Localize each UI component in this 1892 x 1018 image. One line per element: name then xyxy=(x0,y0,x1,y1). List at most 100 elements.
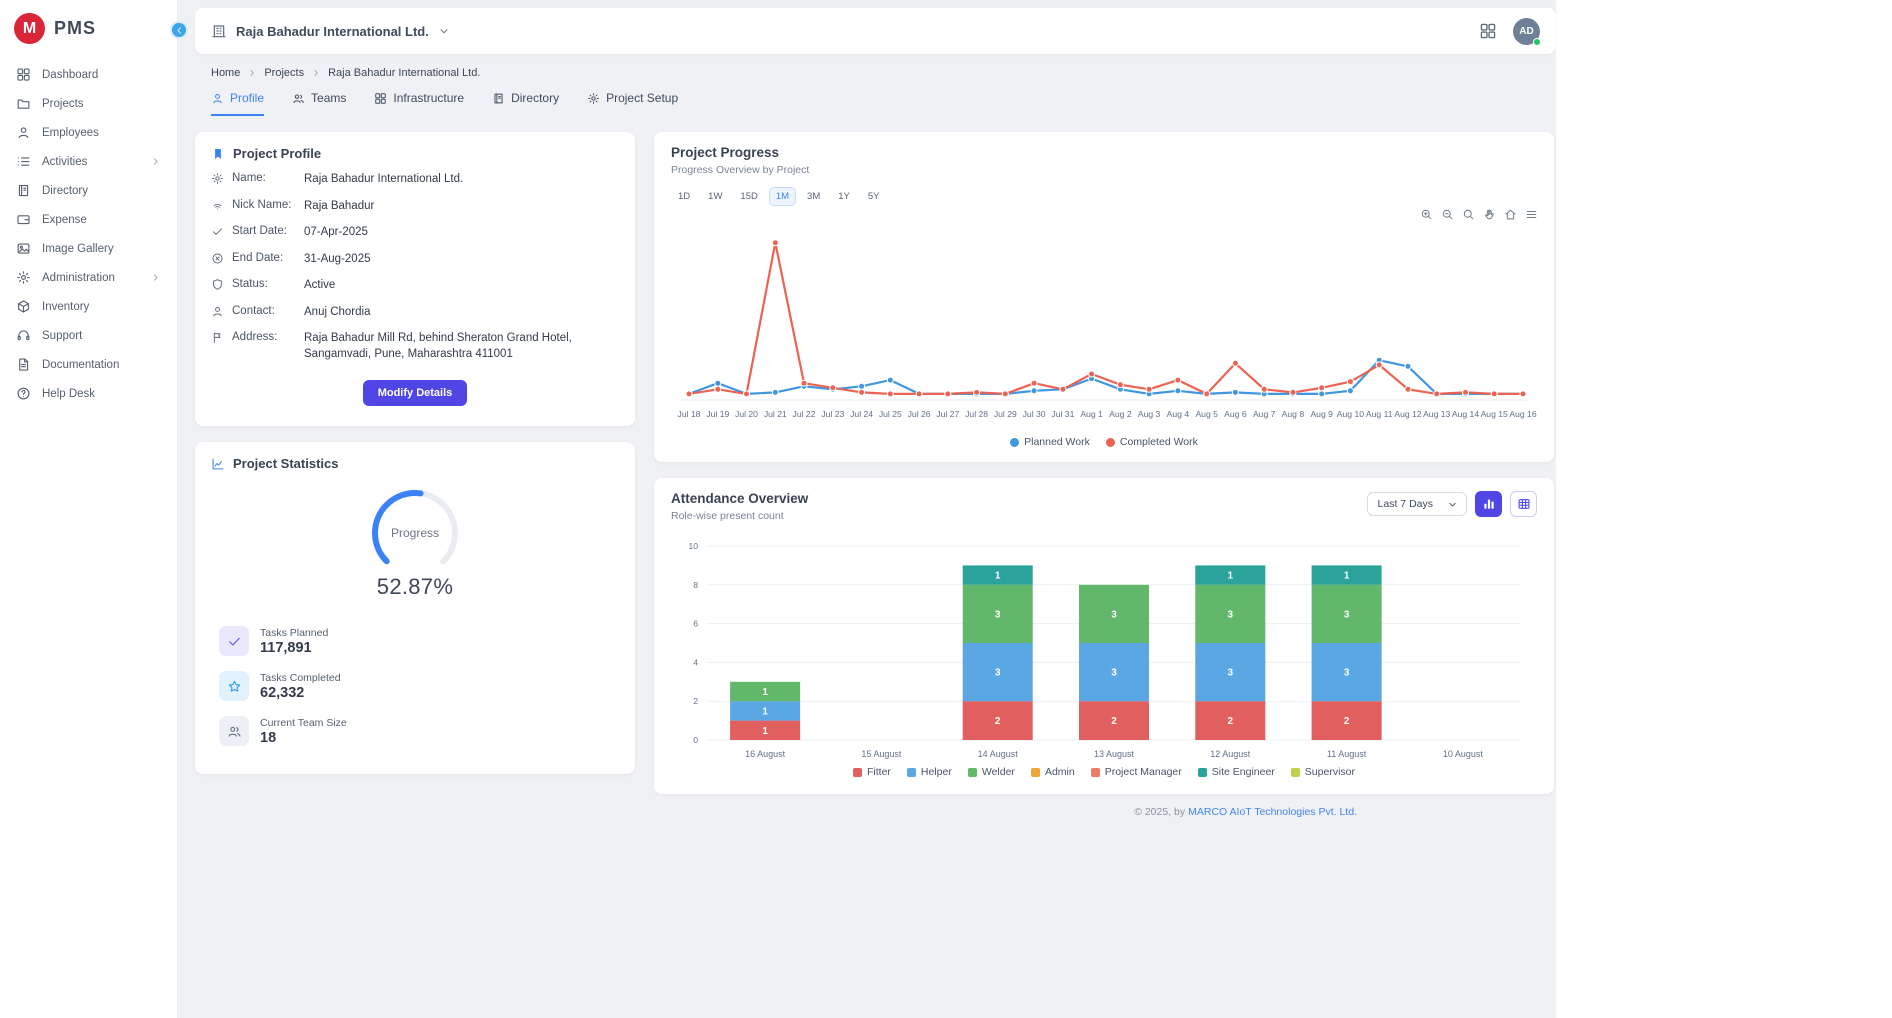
svg-text:12 August: 12 August xyxy=(1210,749,1251,759)
gauge-label: Progress xyxy=(391,526,439,540)
svg-text:3: 3 xyxy=(1228,668,1234,679)
svg-text:6: 6 xyxy=(693,619,698,629)
bar-chart[interactable]: 024681011116 August15 August233114 Augus… xyxy=(671,538,1537,764)
field-label: Contact: xyxy=(232,305,296,317)
tab-label: Directory xyxy=(511,91,559,105)
breadcrumb-item[interactable]: Projects xyxy=(264,67,304,79)
range-button-3m[interactable]: 3M xyxy=(800,187,827,206)
topbar-right: AD xyxy=(1479,18,1540,45)
svg-text:Jul 20: Jul 20 xyxy=(735,409,758,419)
legend-item-welder[interactable]: Welder xyxy=(968,766,1015,778)
range-selector: 1D1W15D 1M3M1Y5Y xyxy=(671,187,1537,206)
field-value: Active xyxy=(304,278,335,294)
range-button-1m[interactable]: 1M xyxy=(769,187,796,206)
project-progress-card: Project Progress Progress Overview by Pr… xyxy=(654,132,1554,462)
reset-zoom-button[interactable] xyxy=(1504,208,1517,221)
range-button-1d[interactable]: 1D xyxy=(671,187,697,206)
sidebar-item-dashboard[interactable]: Dashboard xyxy=(0,60,177,89)
sidebar-item-administration[interactable]: Administration xyxy=(0,263,177,292)
sidebar-item-label: Documentation xyxy=(42,359,119,371)
user-avatar[interactable]: AD xyxy=(1513,18,1540,45)
stat-item-current-team-size: Current Team Size18 xyxy=(211,716,619,746)
profile-field-contact: Contact:Anuj Chordia xyxy=(211,305,619,321)
svg-text:Aug 10: Aug 10 xyxy=(1337,409,1364,419)
sidebar-item-activities[interactable]: Activities xyxy=(0,147,177,176)
pan-icon xyxy=(1483,208,1496,221)
chevron-right-icon xyxy=(311,68,321,78)
sidebar-item-help-desk[interactable]: Help Desk xyxy=(0,379,177,408)
tab-directory[interactable]: Directory xyxy=(492,91,559,116)
modify-details-button[interactable]: Modify Details xyxy=(363,380,468,406)
sidebar-item-inventory[interactable]: Inventory xyxy=(0,292,177,321)
svg-text:3: 3 xyxy=(1344,609,1350,620)
footer: © 2025, by MARCO AIoT Technologies Pvt. … xyxy=(195,794,1556,820)
svg-text:Aug 13: Aug 13 xyxy=(1423,409,1450,419)
legend-item-supervisor[interactable]: Supervisor xyxy=(1291,766,1355,778)
legend-item-planned-work[interactable]: Planned Work xyxy=(1010,436,1090,448)
sidebar-item-image-gallery[interactable]: Image Gallery xyxy=(0,234,177,263)
svg-text:3: 3 xyxy=(995,609,1001,620)
profile-field-status: Status:Active xyxy=(211,278,619,294)
footer-link[interactable]: MARCO AIoT Technologies Pvt. Ltd. xyxy=(1188,806,1357,818)
chart-line-icon xyxy=(211,457,225,471)
apps-grid-button[interactable] xyxy=(1479,22,1497,40)
selection-zoom-button[interactable] xyxy=(1462,208,1475,221)
table-view-button[interactable] xyxy=(1510,491,1537,517)
pan-button[interactable] xyxy=(1483,208,1496,221)
zoom-out-button[interactable] xyxy=(1441,208,1454,221)
range-button-15d[interactable]: 15D xyxy=(733,187,764,206)
sidebar-item-support[interactable]: Support xyxy=(0,321,177,350)
legend-item-project-manager[interactable]: Project Manager xyxy=(1091,766,1182,778)
footer-text: © 2025, by xyxy=(1134,806,1185,818)
date-range-select[interactable]: Last 7 Days xyxy=(1367,492,1467,516)
legend-item-completed-work[interactable]: Completed Work xyxy=(1106,436,1198,448)
svg-text:Aug 4: Aug 4 xyxy=(1167,409,1190,419)
legend-item-admin[interactable]: Admin xyxy=(1031,766,1075,778)
chart-view-button[interactable] xyxy=(1475,491,1502,517)
svg-text:1: 1 xyxy=(762,687,768,698)
svg-text:2: 2 xyxy=(995,716,1001,727)
range-button-1y[interactable]: 1Y xyxy=(831,187,857,206)
check-icon xyxy=(211,225,224,238)
selection-zoom-icon xyxy=(1462,208,1475,221)
line-chart-legend: Planned Work Completed Work xyxy=(671,436,1537,448)
legend-item-site-engineer[interactable]: Site Engineer xyxy=(1198,766,1275,778)
sidebar-item-employees[interactable]: Employees xyxy=(0,118,177,147)
tab-label: Infrastructure xyxy=(393,91,464,105)
svg-text:0: 0 xyxy=(693,735,698,745)
bar-chart-legend: Fitter Helper Welder Admin Project Manager Si… xyxy=(671,766,1537,778)
sidebar-item-projects[interactable]: Projects xyxy=(0,89,177,118)
line-chart[interactable]: Jul 18Jul 19Jul 20Jul 21Jul 22Jul 23Jul … xyxy=(671,220,1537,434)
range-button-5y[interactable]: 5Y xyxy=(861,187,887,206)
tab-infrastructure[interactable]: Infrastructure xyxy=(374,91,464,116)
svg-text:8: 8 xyxy=(693,580,698,590)
svg-text:13 August: 13 August xyxy=(1094,749,1135,759)
legend-label: Project Manager xyxy=(1105,766,1182,778)
sidebar-collapse-button[interactable] xyxy=(170,21,188,39)
legend-marker xyxy=(1198,768,1207,777)
legend-marker xyxy=(1031,768,1040,777)
zoom-in-button[interactable] xyxy=(1420,208,1433,221)
sidebar-item-label: Support xyxy=(42,330,82,342)
sidebar-item-documentation[interactable]: Documentation xyxy=(0,350,177,379)
menu-button[interactable] xyxy=(1525,208,1538,221)
svg-text:Jul 26: Jul 26 xyxy=(908,409,931,419)
brand[interactable]: M PMS xyxy=(0,0,177,60)
sidebar-item-directory[interactable]: Directory xyxy=(0,176,177,205)
legend-label: Fitter xyxy=(867,766,891,778)
sidebar-item-expense[interactable]: Expense xyxy=(0,205,177,234)
right-column: Project Progress Progress Overview by Pr… xyxy=(654,132,1554,794)
breadcrumb-item[interactable]: Home xyxy=(211,67,240,79)
range-button-1w[interactable]: 1W xyxy=(701,187,729,206)
tab-profile[interactable]: Profile xyxy=(211,91,264,116)
stat-item-tasks-completed: Tasks Completed62,332 xyxy=(211,671,619,701)
svg-text:Aug 5: Aug 5 xyxy=(1195,409,1218,419)
legend-item-fitter[interactable]: Fitter xyxy=(853,766,891,778)
field-value: 31-Aug-2025 xyxy=(304,252,371,268)
company-selector[interactable]: Raja Bahadur International Ltd. xyxy=(211,23,450,39)
svg-text:1: 1 xyxy=(1228,571,1234,582)
tab-project-setup[interactable]: Project Setup xyxy=(587,91,678,116)
tab-teams[interactable]: Teams xyxy=(292,91,346,116)
svg-text:Aug 8: Aug 8 xyxy=(1282,409,1305,419)
legend-item-helper[interactable]: Helper xyxy=(907,766,952,778)
